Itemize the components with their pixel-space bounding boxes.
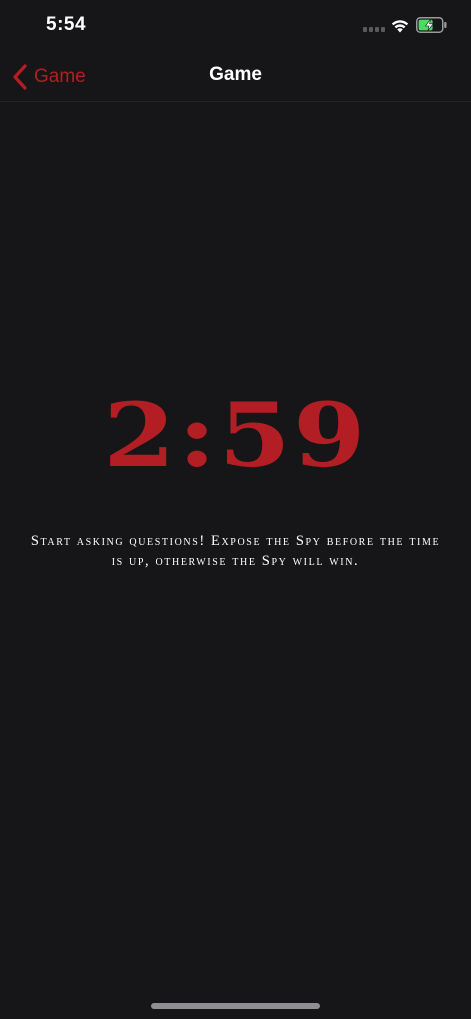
wifi-icon [391,20,409,33]
instruction-message: Start asking questions! Expose the Spy b… [30,533,441,569]
navigation-bar: Game Game [0,50,471,102]
cellular-signal-icon [363,27,385,32]
status-time: 5:54 [46,14,87,35]
status-bar: 5:54 [0,0,471,50]
battery-charging-icon [416,17,447,33]
page-title: Game [209,64,262,85]
home-indicator[interactable] [151,1003,320,1009]
countdown-timer: 2:59 [103,383,368,487]
